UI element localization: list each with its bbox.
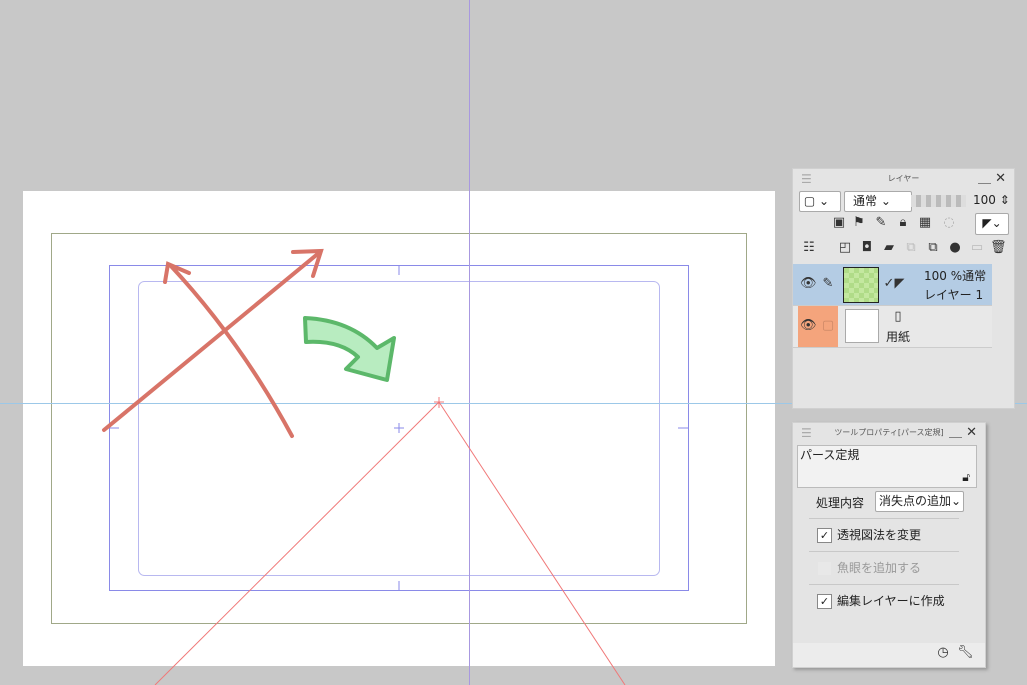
- layer-row[interactable]: 👁︎ ▢ ▯ 用紙: [793, 306, 992, 348]
- panel-title: レイヤー: [887, 174, 920, 183]
- layer-info: 100 %通常: [924, 269, 987, 283]
- process-select[interactable]: 消失点の追加⌄: [875, 491, 964, 512]
- close-icon[interactable]: ＿ ✕: [949, 423, 977, 443]
- opacity-value[interactable]: 100 ⇕: [973, 193, 1010, 207]
- panel-title: ツールプロパティ[パース定規]: [834, 428, 944, 437]
- new-folder-icon[interactable]: ▰: [881, 240, 897, 256]
- checkbox[interactable]: ✓: [817, 528, 832, 543]
- layer-type-select[interactable]: ◤⌄: [975, 213, 1009, 235]
- eye-icon[interactable]: 👁︎: [800, 276, 817, 292]
- layer-row[interactable]: 👁︎ ✎ ✓◤ 100 %通常 レイヤー 1: [793, 264, 992, 306]
- new-raster-layer-icon[interactable]: ◰: [837, 240, 853, 256]
- new-vector-layer-icon[interactable]: ◘: [859, 240, 875, 256]
- tool-name-box: パース定規 🔓︎: [797, 445, 977, 488]
- trash-icon[interactable]: 🗑︎: [990, 240, 1007, 256]
- option-add-fisheye[interactable]: 魚眼を追加する: [817, 559, 921, 576]
- mask-icon[interactable]: ◌: [941, 215, 957, 231]
- ruler-icon: ✓◤: [883, 276, 905, 291]
- apply-mask-icon[interactable]: ▭: [969, 240, 985, 256]
- menu-icon[interactable]: ☰: [801, 169, 812, 189]
- paper-icon: ▯: [894, 309, 902, 324]
- option-change-perspective[interactable]: ✓ 透視図法を変更: [817, 526, 921, 543]
- opacity-slider[interactable]: [911, 195, 966, 207]
- clip-icon[interactable]: ▣: [831, 215, 847, 231]
- wrench-icon[interactable]: 🔧︎: [957, 645, 974, 661]
- layer-name: 用紙: [886, 330, 911, 344]
- edit-box-icon: ▢: [821, 318, 835, 333]
- blend-mode-select[interactable]: 通常 ⌄: [844, 191, 912, 212]
- tool-name: パース定規: [800, 448, 860, 462]
- color-swatch-select[interactable]: ▢ ⌄: [799, 191, 841, 212]
- close-icon[interactable]: ＿ ✕: [978, 169, 1006, 189]
- checkbox[interactable]: ✓: [817, 594, 832, 609]
- reference-layer-icon[interactable]: ⚑: [851, 215, 867, 231]
- layer-name: レイヤー 1: [924, 288, 984, 302]
- option-create-on-edit-layer[interactable]: ✓ 編集レイヤーに作成: [817, 592, 945, 609]
- eye-icon[interactable]: 👁︎: [800, 318, 817, 334]
- create-mask-icon[interactable]: ●: [947, 240, 963, 256]
- layer-thumbnail: [845, 309, 879, 343]
- pen-icon: ✎: [822, 276, 834, 291]
- checkbox[interactable]: [817, 561, 832, 576]
- menu-icon[interactable]: ☰: [801, 423, 812, 443]
- combine-down-icon[interactable]: ⧉: [925, 240, 941, 256]
- unlock-icon[interactable]: 🔓︎: [962, 470, 970, 485]
- draft-layer-icon[interactable]: ✎: [873, 215, 889, 231]
- lock-transparency-icon[interactable]: ▦: [917, 215, 933, 231]
- reset-icon[interactable]: ◷: [935, 645, 951, 661]
- layer-thumbnail: [843, 267, 879, 303]
- lock-icon[interactable]: 🔒︎: [895, 215, 911, 231]
- layer-panel: ☰ レイヤー ＿ ✕ ▢ ⌄ 通常 ⌄ 100 ⇕ ▣ ⚑ ✎ 🔒︎ ▦ ◌ ◤⌄ …: [792, 168, 1015, 409]
- transfer-down-icon[interactable]: ⧉: [903, 240, 919, 256]
- tool-property-panel: ☰ ツールプロパティ[パース定規] ＿ ✕ パース定規 🔓︎ 処理内容 消失点の追加…: [792, 422, 986, 668]
- layer-list-icon[interactable]: ☷: [801, 240, 817, 256]
- process-label: 処理内容: [816, 496, 865, 510]
